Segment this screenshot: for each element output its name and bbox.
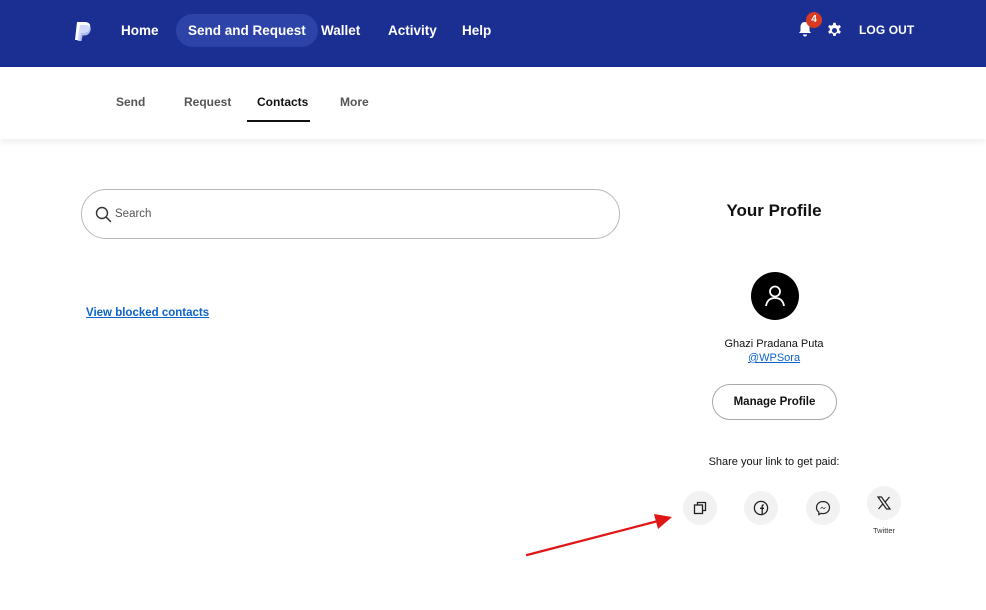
profile-handle-link[interactable]: @WPSora <box>664 352 884 364</box>
nav-activity-link[interactable]: Activity <box>388 14 437 47</box>
twitter-label: Twitter <box>872 526 896 535</box>
user-icon <box>765 285 785 307</box>
paypal-logo-icon[interactable] <box>72 20 94 42</box>
search-input[interactable] <box>115 204 595 224</box>
avatar[interactable] <box>751 272 799 320</box>
messenger-icon <box>815 500 831 516</box>
tab-more[interactable]: More <box>340 95 369 109</box>
notification-count-badge: 4 <box>806 12 822 28</box>
nav-wallet-link[interactable]: Wallet <box>321 14 360 47</box>
copy-link-button[interactable] <box>683 491 717 525</box>
tab-contacts[interactable]: Contacts <box>257 95 308 109</box>
profile-name: Ghazi Pradana Puta <box>724 338 824 350</box>
sub-nav-bar: Send Request Contacts More <box>0 67 986 139</box>
search-icon <box>95 206 112 223</box>
tab-request[interactable]: Request <box>184 95 231 109</box>
view-blocked-contacts-link[interactable]: View blocked contacts <box>86 307 209 319</box>
nav-help-link[interactable]: Help <box>462 14 491 47</box>
manage-profile-button[interactable]: Manage Profile <box>712 384 837 420</box>
share-messenger-button[interactable] <box>806 491 840 525</box>
logout-button[interactable]: LOG OUT <box>859 23 914 37</box>
facebook-icon <box>753 500 769 516</box>
x-twitter-icon <box>876 496 892 510</box>
contact-search-box[interactable] <box>81 189 620 239</box>
share-link-label: Share your link to get paid: <box>708 456 840 468</box>
nav-send-and-request-link[interactable]: Send and Request <box>176 14 318 47</box>
share-facebook-button[interactable] <box>744 491 778 525</box>
copy-icon <box>693 501 707 515</box>
active-tab-underline <box>247 120 310 122</box>
top-nav-bar: Home Send and Request Wallet Activity He… <box>0 0 986 67</box>
settings-gear-icon[interactable] <box>826 22 843 39</box>
profile-heading: Your Profile <box>726 201 822 220</box>
nav-home-link[interactable]: Home <box>121 14 159 47</box>
annotation-arrow-icon <box>525 514 672 557</box>
share-twitter-button[interactable] <box>867 486 901 520</box>
tab-send[interactable]: Send <box>116 95 145 109</box>
